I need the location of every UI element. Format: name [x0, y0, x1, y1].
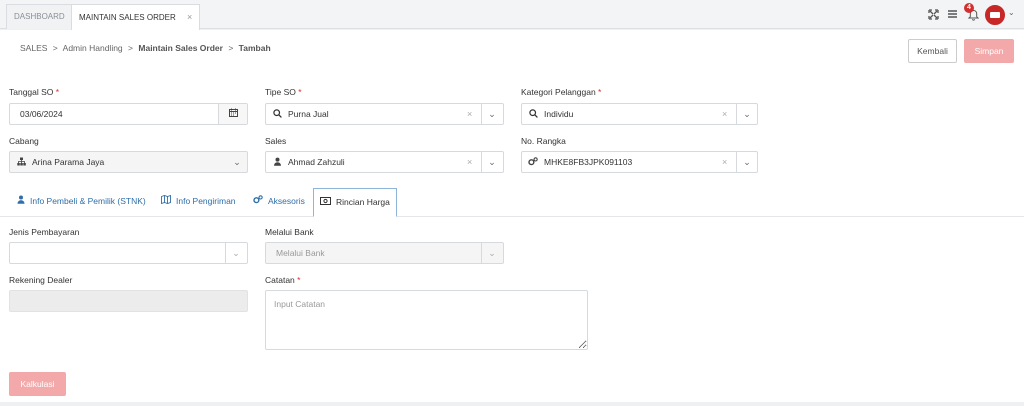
sales-label: Sales: [265, 136, 287, 146]
jenis-pembayaran-label: Jenis Pembayaran: [9, 227, 80, 237]
no-rangka-label: No. Rangka: [521, 136, 566, 146]
rekening-dealer-field: [9, 290, 248, 312]
top-tab-bar: DASHBOARD MAINTAIN SALES ORDER × 4 ⌄: [0, 0, 1024, 30]
clear-icon[interactable]: ×: [467, 152, 472, 172]
rekening-dealer-label: Rekening Dealer: [9, 275, 73, 285]
calendar-icon[interactable]: [218, 104, 247, 124]
tipe-so-select[interactable]: Purna Jual × ⌄: [265, 103, 504, 125]
tab-rincian-harga[interactable]: Rincian Harga: [313, 188, 397, 217]
chevron-down-icon[interactable]: ⌄: [737, 152, 757, 172]
money-icon: [320, 189, 331, 216]
jenis-pembayaran-select[interactable]: ⌄: [9, 242, 248, 264]
tanggal-so-label: Tanggal SO *: [9, 87, 60, 97]
melalui-bank-placeholder: Melalui Bank: [276, 248, 325, 258]
breadcrumb: SALES > Admin Handling > Maintain Sales …: [20, 43, 271, 53]
tanggal-so-field[interactable]: 03/06/2024: [9, 103, 248, 125]
breadcrumb-separator: >: [128, 43, 134, 53]
cabang-select[interactable]: Arina Parama Jaya ⌄: [9, 151, 248, 173]
kategori-pelanggan-label: Kategori Pelanggan *: [521, 87, 602, 97]
breadcrumb-current: Tambah: [238, 43, 271, 53]
chevron-down-icon[interactable]: ⌄: [227, 152, 247, 172]
tab-aksesoris[interactable]: Aksesoris: [253, 188, 305, 217]
section-tabs: Info Pembeli & Pemilik (STNK) Info Pengi…: [0, 188, 1024, 217]
kategori-pelanggan-value: Individu: [544, 109, 574, 119]
breadcrumb-item[interactable]: Maintain Sales Order: [138, 43, 223, 53]
user-icon: [272, 157, 282, 167]
cabang-value: Arina Parama Jaya: [32, 157, 105, 167]
catatan-label: Catatan *: [265, 275, 301, 285]
search-icon: [272, 109, 282, 119]
catatan-textarea[interactable]: [265, 290, 588, 350]
chevron-down-icon[interactable]: ⌄: [482, 104, 502, 124]
melalui-bank-select[interactable]: Melalui Bank ⌄: [265, 242, 504, 264]
sales-select[interactable]: Ahmad Zahzuli × ⌄: [265, 151, 504, 173]
close-icon[interactable]: ×: [187, 12, 192, 22]
breadcrumb-item[interactable]: Admin Handling: [63, 43, 123, 53]
breadcrumb-separator: >: [228, 43, 234, 53]
tab-dashboard-label: DASHBOARD: [14, 12, 65, 21]
menu-icon[interactable]: [945, 9, 959, 23]
no-rangka-value: MHKE8FB3JPK091103: [544, 157, 633, 167]
cogs-icon: [253, 188, 263, 215]
avatar[interactable]: [985, 5, 1005, 25]
breadcrumb-separator: >: [52, 43, 58, 53]
map-icon: [161, 188, 171, 215]
clear-icon[interactable]: ×: [722, 152, 727, 172]
clear-icon[interactable]: ×: [467, 104, 472, 124]
fullscreen-icon[interactable]: [926, 9, 940, 23]
tab-dashboard[interactable]: DASHBOARD: [6, 4, 73, 29]
kalkulasi-button[interactable]: Kalkulasi: [9, 372, 66, 396]
chevron-down-icon[interactable]: ⌄: [482, 152, 502, 172]
tab-maintain-sales-order[interactable]: MAINTAIN SALES ORDER ×: [71, 4, 201, 30]
chevron-down-icon[interactable]: ⌄: [226, 243, 246, 263]
user-icon: [17, 188, 25, 215]
sitemap-icon: [16, 157, 26, 167]
cabang-label: Cabang: [9, 136, 39, 146]
back-button[interactable]: Kembali: [908, 39, 957, 63]
cogs-icon: [528, 157, 538, 167]
tab-maintain-sales-order-label: MAINTAIN SALES ORDER: [79, 13, 176, 22]
chevron-down-icon[interactable]: ⌄: [1008, 8, 1015, 17]
tipe-so-value: Purna Jual: [288, 109, 329, 119]
sales-value: Ahmad Zahzuli: [288, 157, 345, 167]
save-button[interactable]: Simpan: [964, 39, 1014, 63]
clear-icon[interactable]: ×: [722, 104, 727, 124]
no-rangka-select[interactable]: MHKE8FB3JPK091103 × ⌄: [521, 151, 758, 173]
kategori-pelanggan-select[interactable]: Individu × ⌄: [521, 103, 758, 125]
notification-badge: 4: [964, 3, 974, 13]
tanggal-so-value: 03/06/2024: [20, 109, 63, 119]
main-panel: SALES > Admin Handling > Maintain Sales …: [0, 30, 1024, 402]
search-icon: [528, 109, 538, 119]
tab-info-pembeli[interactable]: Info Pembeli & Pemilik (STNK): [17, 188, 146, 217]
breadcrumb-item[interactable]: SALES: [20, 43, 47, 53]
melalui-bank-label: Melalui Bank: [265, 227, 314, 237]
tipe-so-label: Tipe SO *: [265, 87, 302, 97]
chevron-down-icon[interactable]: ⌄: [737, 104, 757, 124]
chevron-down-icon[interactable]: ⌄: [482, 243, 502, 263]
tab-info-pengiriman[interactable]: Info Pengiriman: [161, 188, 236, 217]
